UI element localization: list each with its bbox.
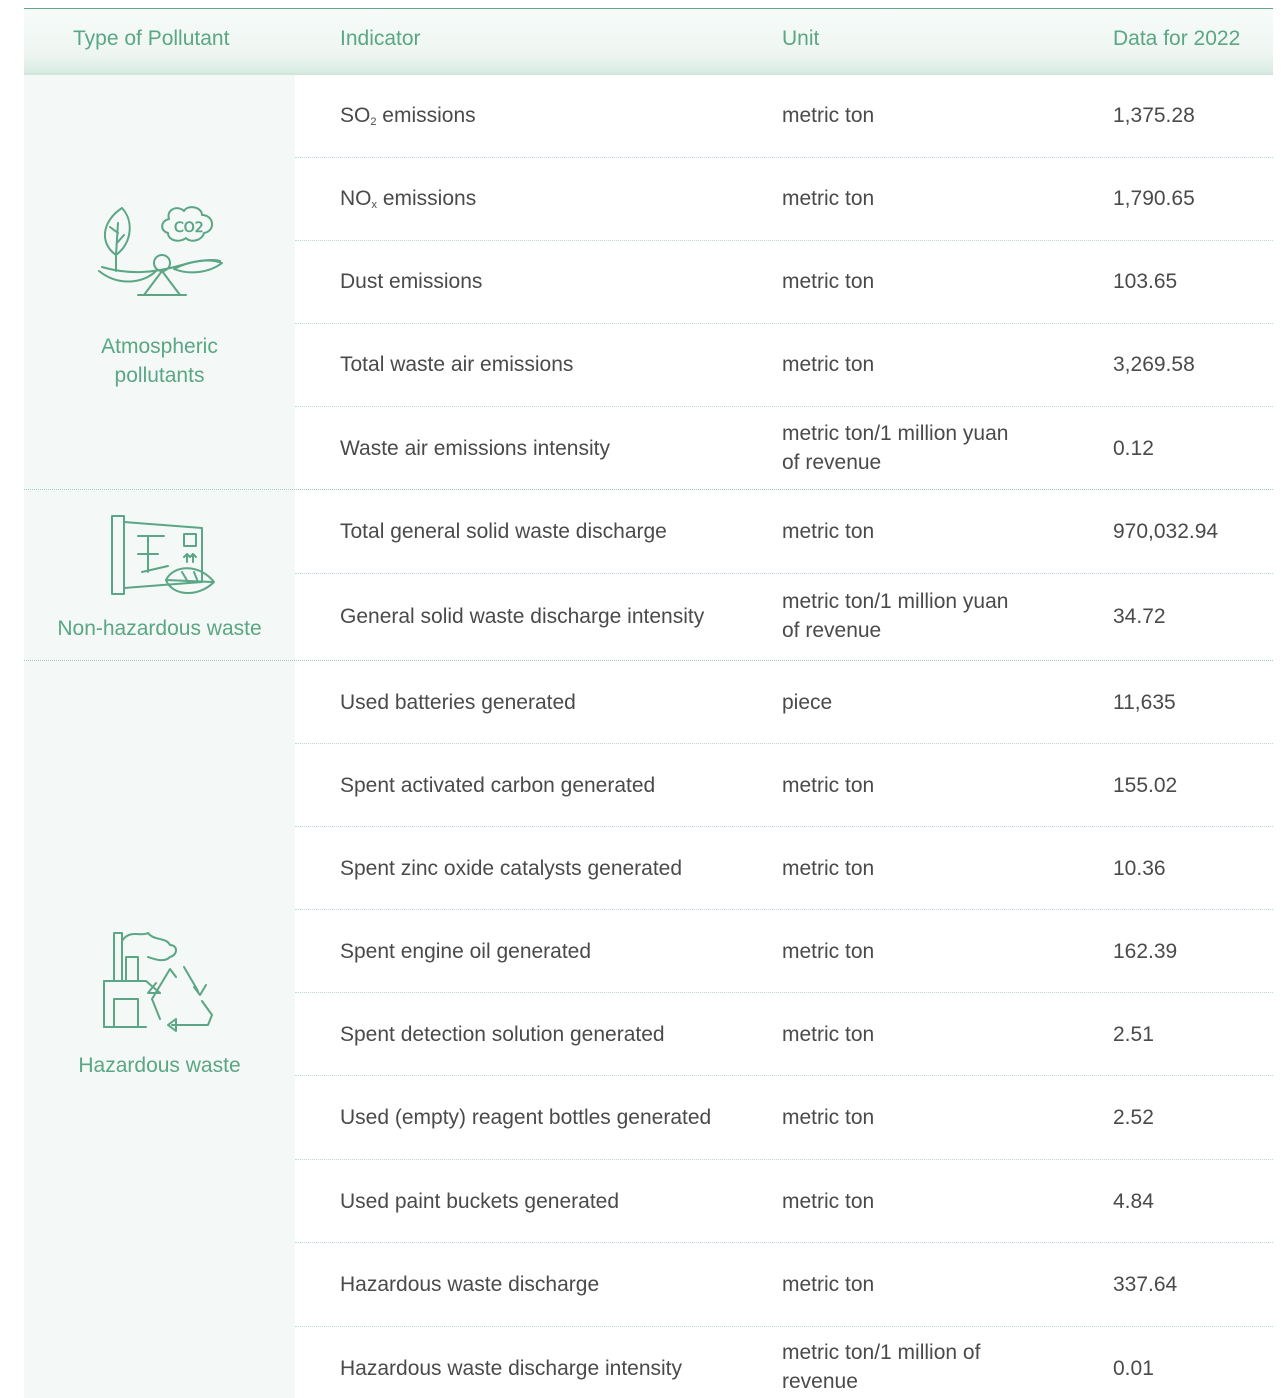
table-row: Spent zinc oxide catalysts generated met… (295, 827, 1273, 909)
table-row: SO2 emissions metric ton 1,375.28 (295, 75, 1273, 157)
value-cell: 4.84 (1113, 1190, 1154, 1213)
table-row: Total general solid waste discharge metr… (295, 490, 1273, 572)
value-cell: 155.02 (1113, 774, 1178, 797)
table-row: General solid waste discharge intensity … (295, 574, 1273, 660)
category-hazardous-waste: Hazardous waste (24, 661, 295, 1398)
unit-cell: metric ton (782, 520, 875, 543)
indicator-cell: SO2 emissions (340, 104, 476, 128)
table-row: Used batteries generated piece 11,635 (295, 661, 1273, 743)
value-cell: 0.12 (1113, 437, 1154, 460)
table-row: Used (empty) reagent bottles generated m… (295, 1076, 1273, 1158)
header-data-2022: Data for 2022 (1113, 27, 1241, 50)
table-row: Dust emissions metric ton 103.65 (295, 241, 1273, 323)
value-cell: 0.01 (1113, 1357, 1154, 1380)
indicator-cell: Spent detection solution generated (340, 1023, 665, 1046)
category-atmospheric-pollutants: CO2 Atmospheric pollutants (24, 75, 295, 489)
table-row: Spent detection solution generated metri… (295, 993, 1273, 1075)
table-row: Used paint buckets generated metric ton … (295, 1160, 1273, 1242)
unit-cell: metric ton (782, 774, 875, 797)
value-cell: 103.65 (1113, 270, 1178, 293)
header-indicator: Indicator (340, 27, 421, 50)
unit-cell: metric ton (782, 857, 875, 880)
header-type-of-pollutant: Type of Pollutant (73, 27, 230, 50)
indicator-cell: Used (empty) reagent bottles generated (340, 1106, 712, 1129)
indicator-cell: Spent zinc oxide catalysts generated (340, 857, 683, 880)
category-label-non-hazardous: Non-hazardous waste (57, 617, 262, 640)
value-cell: 970,032.94 (1113, 520, 1219, 543)
header-unit: Unit (782, 27, 820, 50)
unit-cell: metric ton (782, 1106, 875, 1129)
value-cell: 162.39 (1113, 940, 1178, 963)
value-cell: 11,635 (1113, 691, 1176, 714)
category-non-hazardous-waste: Non-hazardous waste (24, 490, 295, 660)
indicator-cell: Used batteries generated (340, 691, 576, 714)
unit-cell: metric ton/1 million yuan of revenue (782, 590, 1009, 642)
unit-cell: metric ton (782, 1023, 875, 1046)
indicator-cell: Spent engine oil generated (340, 940, 592, 963)
table-header: Type of Pollutant Indicator Unit Data fo… (24, 9, 1273, 75)
table-row: Hazardous waste discharge metric ton 337… (295, 1243, 1273, 1325)
value-cell: 2.52 (1113, 1106, 1154, 1129)
table-row: Spent engine oil generated metric ton 16… (295, 910, 1273, 992)
factory-recycle-icon (100, 923, 216, 1038)
table-row: Waste air emissions intensity metric ton… (295, 407, 1273, 489)
value-cell: 337.64 (1113, 1273, 1178, 1296)
indicator-cell: Spent activated carbon generated (340, 774, 656, 797)
value-cell: 2.51 (1113, 1023, 1154, 1046)
table-row: Spent activated carbon generated metric … (295, 744, 1273, 826)
indicator-cell: Total waste air emissions (340, 353, 574, 376)
unit-cell: metric ton (782, 1190, 875, 1213)
unit-cell: metric ton (782, 104, 875, 127)
unit-cell: metric ton (782, 1273, 875, 1296)
unit-cell: metric ton/1 million yuan of revenue (782, 422, 1009, 474)
value-cell: 10.36 (1113, 857, 1166, 880)
indicator-cell: General solid waste discharge intensity (340, 605, 705, 628)
indicator-cell: Total general solid waste discharge (340, 520, 667, 543)
waste-container-leaf-icon (108, 512, 218, 603)
unit-cell: piece (782, 691, 833, 714)
indicator-cell: Hazardous waste discharge (340, 1273, 600, 1296)
value-cell: 3,269.58 (1113, 353, 1195, 376)
indicator-cell: Hazardous waste discharge intensity (340, 1357, 683, 1380)
unit-cell: metric ton/1 million of revenue (782, 1341, 981, 1393)
indicator-cell: Used paint buckets generated (340, 1190, 620, 1213)
value-cell: 1,790.65 (1113, 187, 1195, 210)
value-cell: 1,375.28 (1113, 104, 1195, 127)
unit-cell: metric ton (782, 187, 875, 210)
indicator-cell: NOx emissions (340, 187, 477, 211)
category-label-atmospheric: Atmospheric pollutants (101, 335, 218, 387)
unit-cell: metric ton (782, 353, 875, 376)
indicator-cell: Waste air emissions intensity (340, 437, 610, 460)
category-label-hazardous: Hazardous waste (78, 1054, 241, 1077)
svg-text:CO2: CO2 (174, 220, 204, 236)
table-row: Hazardous waste discharge intensity metr… (295, 1327, 1273, 1398)
unit-cell: metric ton (782, 940, 875, 963)
table-row: NOx emissions metric ton 1,790.65 (295, 158, 1273, 240)
table-row: Total waste air emissions metric ton 3,2… (295, 324, 1273, 406)
indicator-cell: Dust emissions (340, 270, 483, 293)
value-cell: 34.72 (1113, 605, 1166, 628)
unit-cell: metric ton (782, 270, 875, 293)
leaf-co2-scale-icon: CO2 (94, 203, 224, 308)
